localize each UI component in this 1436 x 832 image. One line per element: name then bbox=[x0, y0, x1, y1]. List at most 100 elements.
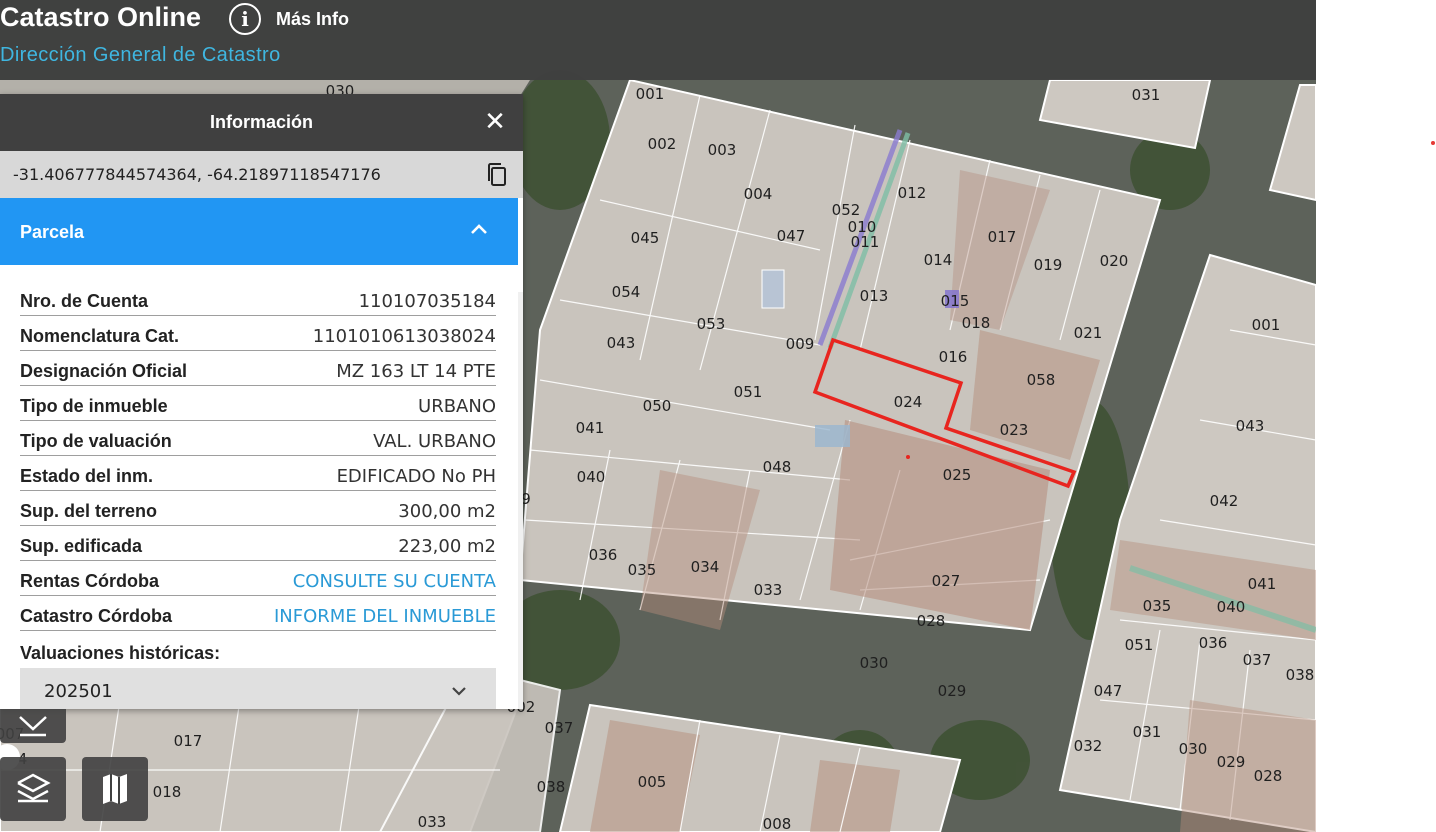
parcel-label: 038 bbox=[537, 778, 566, 796]
parcel-label: 018 bbox=[962, 314, 991, 332]
detail-value: 223,00 m2 bbox=[398, 536, 496, 557]
coordinates-text: -31.406777844574364, -64.21897118547176 bbox=[13, 165, 381, 184]
detail-label: Tipo de valuación bbox=[20, 431, 172, 451]
parcel-label: 053 bbox=[697, 315, 726, 333]
app-title: Catastro Online bbox=[0, 2, 202, 32]
app-subtitle: Dirección General de Catastro bbox=[0, 44, 281, 66]
expand-button[interactable] bbox=[0, 709, 66, 743]
history-selected-value: 202501 bbox=[44, 681, 113, 702]
parcel-label: 020 bbox=[1100, 252, 1129, 270]
detail-label: Catastro Córdoba bbox=[20, 606, 173, 626]
detail-row: Estado del inm. EDIFICADO No PH bbox=[20, 456, 496, 491]
parcel-label: 029 bbox=[1217, 753, 1246, 771]
parcel-label: 058 bbox=[1027, 371, 1056, 389]
parcel-label: 015 bbox=[941, 292, 970, 310]
parcela-section-header[interactable]: Parcela bbox=[0, 198, 518, 265]
parcel-label: 047 bbox=[1094, 682, 1123, 700]
map-icon bbox=[103, 774, 127, 804]
parcel-label: 051 bbox=[1125, 636, 1154, 654]
detail-row: Catastro Córdoba INFORME DEL INMUEBLE bbox=[20, 596, 496, 631]
parcel-label: 048 bbox=[763, 458, 792, 476]
detail-label: Nro. de Cuenta bbox=[20, 291, 149, 311]
detail-row: Tipo de inmueble URBANO bbox=[20, 386, 496, 421]
detail-label: Sup. del terreno bbox=[20, 501, 158, 521]
detail-label: Sup. edificada bbox=[20, 536, 143, 556]
section-title: Parcela bbox=[20, 222, 85, 242]
info-panel: Información ✕ -31.406777844574364, -64.2… bbox=[0, 94, 523, 709]
parcel-label: 032 bbox=[1074, 737, 1103, 755]
detail-row: Nro. de Cuenta 110107035184 bbox=[20, 281, 496, 316]
detail-value: URBANO bbox=[418, 396, 496, 417]
parcel-label: 012 bbox=[898, 184, 927, 202]
detail-label: Nomenclatura Cat. bbox=[20, 326, 180, 346]
history-label: Valuaciones históricas: bbox=[20, 643, 221, 663]
consulte-cuenta-link[interactable]: CONSULTE SU CUENTA bbox=[293, 571, 496, 592]
parcel-label: 036 bbox=[1199, 634, 1228, 652]
expand-icon bbox=[19, 716, 47, 737]
parcel-label: 016 bbox=[939, 348, 968, 366]
detail-row: Tipo de valuación VAL. URBANO bbox=[20, 421, 496, 456]
parcel-label: 011 bbox=[851, 233, 880, 251]
chevron-up-icon[interactable] bbox=[468, 218, 490, 240]
parcel-label: 047 bbox=[777, 227, 806, 245]
informe-inmueble-link[interactable]: INFORME DEL INMUEBLE bbox=[274, 606, 496, 627]
detail-row: Rentas Córdoba CONSULTE SU CUENTA bbox=[20, 561, 496, 596]
parcel-label: 050 bbox=[643, 397, 672, 415]
detail-row: Sup. edificada 223,00 m2 bbox=[20, 526, 496, 561]
location-marker bbox=[906, 455, 910, 459]
detail-row: Sup. del terreno 300,00 m2 bbox=[20, 491, 496, 526]
mas-info-link[interactable]: Más Info bbox=[276, 9, 349, 30]
parcel-label: 043 bbox=[1236, 417, 1265, 435]
parcel-label: 035 bbox=[1143, 597, 1172, 615]
info-icon[interactable]: i bbox=[229, 3, 261, 35]
parcel-details: Nro. de Cuenta 110107035184 Nomenclatura … bbox=[20, 281, 496, 631]
detail-label: Estado del inm. bbox=[20, 466, 154, 486]
parcel-label: 004 bbox=[744, 185, 773, 203]
parcel-label: 019 bbox=[1034, 256, 1063, 274]
detail-label: Designación Oficial bbox=[20, 361, 188, 381]
detail-value: 110107035184 bbox=[358, 291, 496, 312]
parcel-label: 030 bbox=[1179, 740, 1208, 758]
panel-scrollbar[interactable] bbox=[518, 292, 523, 709]
detail-row: Nomenclatura Cat. 1101010613038024 bbox=[20, 316, 496, 351]
layers-icon bbox=[17, 773, 51, 803]
parcel-label: 014 bbox=[924, 251, 953, 269]
close-icon[interactable]: ✕ bbox=[481, 107, 509, 135]
parcel-label: 051 bbox=[734, 383, 763, 401]
parcel-label: 038 bbox=[1286, 666, 1315, 684]
parcel-label: 005 bbox=[638, 773, 667, 791]
layers-button[interactable] bbox=[0, 757, 66, 821]
panel-header: Información ✕ bbox=[0, 94, 523, 151]
history-select[interactable]: 202501 bbox=[20, 668, 496, 709]
panel-title: Información bbox=[209, 112, 313, 132]
parcel-label: 018 bbox=[153, 783, 182, 801]
detail-value: MZ 163 LT 14 PTE bbox=[336, 361, 496, 382]
location-dot bbox=[1431, 141, 1435, 145]
parcel-label: 033 bbox=[418, 813, 447, 831]
copy-icon[interactable] bbox=[485, 162, 509, 188]
parcel-label: 009 bbox=[786, 335, 815, 353]
parcel-label: 031 bbox=[1133, 723, 1162, 741]
parcel-label: 045 bbox=[631, 229, 660, 247]
parcel-label: 052 bbox=[832, 201, 861, 219]
parcel-label: 024 bbox=[894, 393, 923, 411]
parcel-label: 041 bbox=[576, 419, 605, 437]
parcel-label: 002 bbox=[648, 135, 677, 153]
parcel-label: 037 bbox=[545, 719, 574, 737]
parcel-label: 028 bbox=[917, 612, 946, 630]
parcel-label: 035 bbox=[628, 561, 657, 579]
chevron-down-icon bbox=[452, 687, 466, 696]
detail-row: Designación Oficial MZ 163 LT 14 PTE bbox=[20, 351, 496, 386]
parcel-label: 040 bbox=[577, 468, 606, 486]
parcel-label: 027 bbox=[932, 572, 961, 590]
parcel-label: 031 bbox=[1132, 86, 1161, 104]
parcel-label: 042 bbox=[1210, 492, 1239, 510]
detail-value: 300,00 m2 bbox=[398, 501, 496, 522]
parcel-label: 041 bbox=[1248, 575, 1277, 593]
parcel-label: 003 bbox=[708, 141, 737, 159]
basemap-button[interactable] bbox=[82, 757, 148, 821]
parcel-label: 001 bbox=[636, 85, 665, 103]
parcel-label: 054 bbox=[612, 283, 641, 301]
detail-label: Rentas Córdoba bbox=[20, 571, 160, 591]
detail-value: EDIFICADO No PH bbox=[336, 466, 496, 487]
